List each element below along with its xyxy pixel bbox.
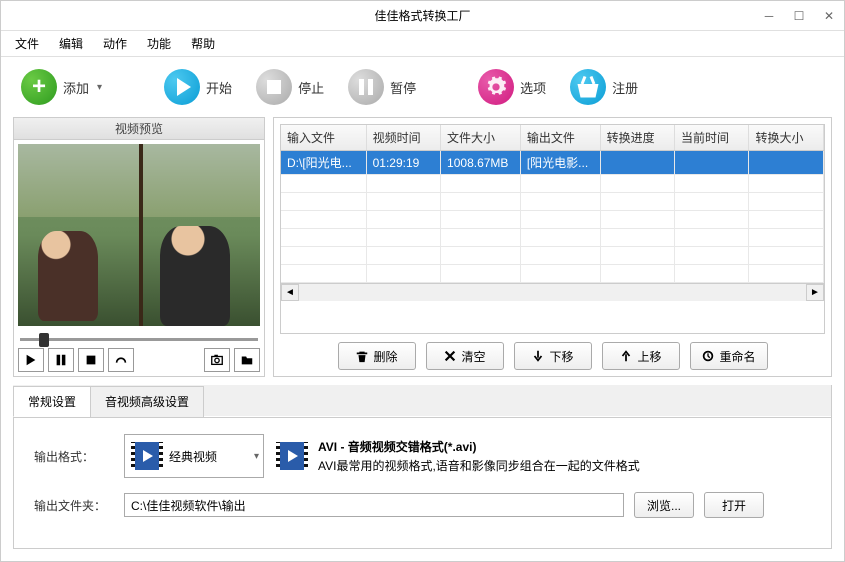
table-row[interactable] bbox=[281, 247, 824, 265]
video-frame bbox=[18, 144, 260, 326]
preview-audio-button[interactable] bbox=[108, 348, 134, 372]
col-time[interactable]: 当前时间 bbox=[675, 125, 749, 151]
video-preview[interactable] bbox=[18, 144, 260, 326]
table-row[interactable] bbox=[281, 229, 824, 247]
maximize-button[interactable]: ☐ bbox=[784, 1, 814, 31]
browse-button[interactable]: 浏览... bbox=[634, 492, 694, 518]
move-down-button[interactable]: 下移 bbox=[514, 342, 592, 370]
table-row[interactable] bbox=[281, 193, 824, 211]
scroll-left-button[interactable]: ◄ bbox=[281, 284, 299, 301]
scroll-right-button[interactable]: ► bbox=[806, 284, 824, 301]
rename-button[interactable]: 重命名 bbox=[690, 342, 768, 370]
format-title: AVI - 音频视频交错格式(*.avi) bbox=[318, 438, 640, 455]
horizontal-scrollbar[interactable]: ◄ ► bbox=[281, 283, 824, 301]
menu-edit[interactable]: 编辑 bbox=[49, 31, 93, 56]
menu-action[interactable]: 动作 bbox=[93, 31, 137, 56]
preview-play-button[interactable] bbox=[18, 348, 44, 372]
options-button[interactable]: 选项 bbox=[470, 65, 554, 109]
file-table[interactable]: 输入文件 视频时间 文件大小 输出文件 转换进度 当前时间 转换大小 D:\[阳… bbox=[280, 124, 825, 334]
preview-title: 视频预览 bbox=[14, 118, 264, 140]
tab-advanced[interactable]: 音视频高级设置 bbox=[90, 386, 204, 417]
chevron-down-icon: ▾ bbox=[254, 451, 259, 462]
table-row[interactable] bbox=[281, 265, 824, 283]
menubar: 文件 编辑 动作 功能 帮助 bbox=[1, 31, 844, 57]
menu-function[interactable]: 功能 bbox=[137, 31, 181, 56]
table-row[interactable] bbox=[281, 211, 824, 229]
plus-icon: + bbox=[21, 69, 57, 105]
move-up-button[interactable]: 上移 bbox=[602, 342, 680, 370]
close-button[interactable]: ✕ bbox=[814, 1, 844, 31]
col-outsize[interactable]: 转换大小 bbox=[749, 125, 824, 151]
output-folder-label: 输出文件夹： bbox=[34, 497, 114, 514]
table-row[interactable]: D:\[阳光电... 01:29:19 1008.67MB [阳光电影... bbox=[281, 151, 824, 175]
gear-icon bbox=[478, 69, 514, 105]
window-title: 佳佳格式转换工厂 bbox=[374, 7, 470, 24]
titlebar: 佳佳格式转换工厂 ─ ☐ ✕ bbox=[1, 1, 844, 31]
pause-button[interactable]: 暂停 bbox=[340, 65, 424, 109]
menu-file[interactable]: 文件 bbox=[5, 31, 49, 56]
table-row[interactable] bbox=[281, 175, 824, 193]
toolbar: + 添加 ▾ 开始 停止 暂停 选项 注册 bbox=[1, 57, 844, 117]
preview-stop-button[interactable] bbox=[78, 348, 104, 372]
output-folder-input[interactable] bbox=[124, 493, 624, 517]
basket-icon bbox=[570, 69, 606, 105]
stop-icon bbox=[256, 69, 292, 105]
tab-general[interactable]: 常规设置 bbox=[13, 386, 91, 417]
preview-folder-button[interactable] bbox=[234, 348, 260, 372]
pause-icon bbox=[348, 69, 384, 105]
film-icon bbox=[129, 438, 165, 474]
preview-snapshot-button[interactable] bbox=[204, 348, 230, 372]
col-size[interactable]: 文件大小 bbox=[441, 125, 521, 151]
register-button[interactable]: 注册 bbox=[562, 65, 646, 109]
format-category-select[interactable]: 经典视频 ▾ bbox=[124, 434, 264, 478]
film-icon bbox=[274, 438, 310, 474]
play-icon bbox=[164, 69, 200, 105]
preview-panel: 视频预览 bbox=[13, 117, 265, 377]
minimize-button[interactable]: ─ bbox=[754, 1, 784, 31]
col-output[interactable]: 输出文件 bbox=[520, 125, 600, 151]
add-button[interactable]: + 添加 ▾ bbox=[13, 65, 110, 109]
output-format-label: 输出格式： bbox=[34, 448, 114, 465]
preview-pause-button[interactable] bbox=[48, 348, 74, 372]
menu-help[interactable]: 帮助 bbox=[181, 31, 225, 56]
col-progress[interactable]: 转换进度 bbox=[600, 125, 674, 151]
open-button[interactable]: 打开 bbox=[704, 492, 764, 518]
dropdown-arrow-icon: ▾ bbox=[97, 82, 102, 93]
format-desc: AVI最常用的视频格式,语音和影像同步组合在一起的文件格式 bbox=[318, 457, 640, 474]
delete-button[interactable]: 删除 bbox=[338, 342, 416, 370]
file-list-panel: 输入文件 视频时间 文件大小 输出文件 转换进度 当前时间 转换大小 D:\[阳… bbox=[273, 117, 832, 377]
settings-panel: 常规设置 音视频高级设置 输出格式： 经典视频 ▾ AVI - 音频视频交错格式… bbox=[13, 385, 832, 549]
clear-button[interactable]: 清空 bbox=[426, 342, 504, 370]
col-input[interactable]: 输入文件 bbox=[281, 125, 366, 151]
seek-slider[interactable] bbox=[14, 330, 264, 348]
format-preset-select[interactable]: AVI - 音频视频交错格式(*.avi) AVI最常用的视频格式,语音和影像同… bbox=[274, 438, 640, 474]
start-button[interactable]: 开始 bbox=[156, 65, 240, 109]
col-duration[interactable]: 视频时间 bbox=[366, 125, 440, 151]
stop-button[interactable]: 停止 bbox=[248, 65, 332, 109]
